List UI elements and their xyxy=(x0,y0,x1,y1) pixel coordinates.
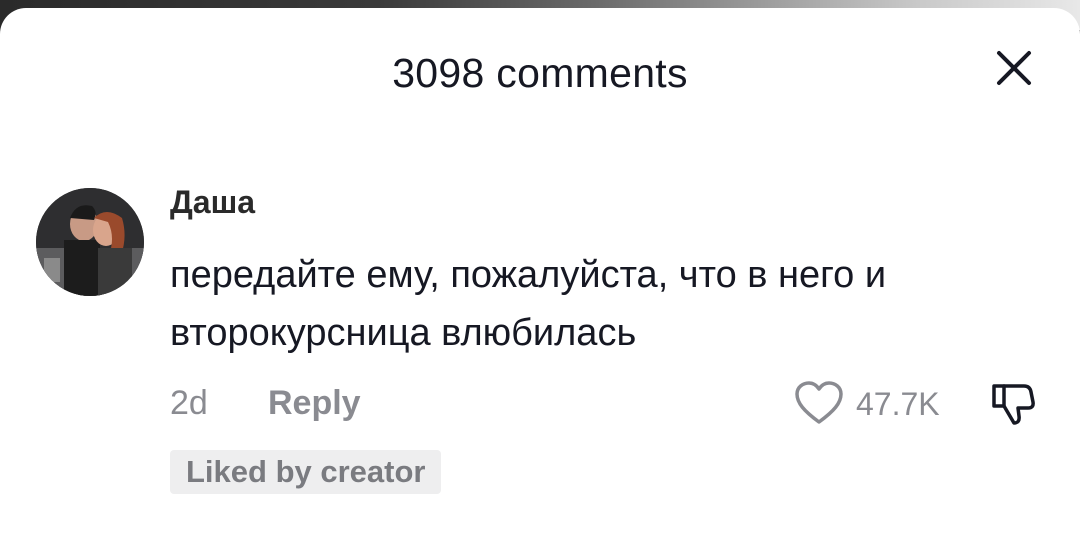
close-button[interactable] xyxy=(990,44,1038,92)
comment-username[interactable]: Даша xyxy=(170,184,255,221)
reply-button[interactable]: Reply xyxy=(268,384,361,423)
like-button[interactable] xyxy=(792,378,846,428)
comment-timestamp: 2d xyxy=(170,384,208,422)
close-icon xyxy=(997,51,1031,85)
liked-by-creator-badge: Liked by creator xyxy=(170,450,442,494)
like-count: 47.7K xyxy=(856,386,940,422)
heart-outline-icon xyxy=(795,381,843,424)
avatar-image xyxy=(36,188,144,296)
dislike-button[interactable] xyxy=(986,378,1040,428)
comment-text: передайте ему, пожалуйста, что в него и … xyxy=(170,254,887,354)
comments-count-title: 3098 comments xyxy=(392,50,688,96)
avatar[interactable] xyxy=(36,188,144,296)
thumbs-down-icon xyxy=(992,384,1035,425)
